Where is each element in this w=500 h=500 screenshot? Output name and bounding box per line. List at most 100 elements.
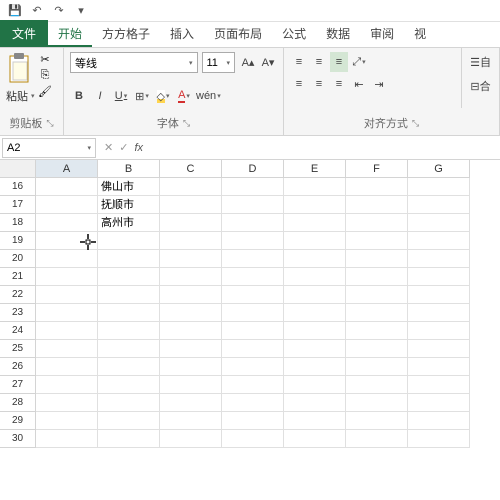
- cell-G23[interactable]: [408, 304, 470, 322]
- cell-A30[interactable]: [36, 430, 98, 448]
- shrink-font-icon[interactable]: A▾: [259, 53, 277, 73]
- row-header-28[interactable]: 28: [0, 394, 36, 412]
- cell-G30[interactable]: [408, 430, 470, 448]
- cell-E16[interactable]: [284, 178, 346, 196]
- row-header-18[interactable]: 18: [0, 214, 36, 232]
- cell-D22[interactable]: [222, 286, 284, 304]
- cell-A21[interactable]: [36, 268, 98, 286]
- fx-icon[interactable]: fx: [134, 142, 143, 154]
- cell-G17[interactable]: [408, 196, 470, 214]
- cell-A28[interactable]: [36, 394, 98, 412]
- cell-F20[interactable]: [346, 250, 408, 268]
- cell-A24[interactable]: [36, 322, 98, 340]
- tab-view[interactable]: 视: [404, 20, 436, 47]
- cell-A19[interactable]: [36, 232, 98, 250]
- enter-icon[interactable]: ✓: [119, 141, 128, 154]
- cell-D29[interactable]: [222, 412, 284, 430]
- cell-A23[interactable]: [36, 304, 98, 322]
- launcher-icon[interactable]: ⤡: [183, 118, 190, 129]
- cell-D17[interactable]: [222, 196, 284, 214]
- name-box[interactable]: A2▾: [2, 138, 96, 158]
- cell-B17[interactable]: 抚顺市: [98, 196, 160, 214]
- cell-B19[interactable]: [98, 232, 160, 250]
- cell-F22[interactable]: [346, 286, 408, 304]
- tab-fanggezi[interactable]: 方方格子: [92, 20, 160, 47]
- align-right-icon[interactable]: ≡: [330, 74, 348, 94]
- cell-F18[interactable]: [346, 214, 408, 232]
- cell-D16[interactable]: [222, 178, 284, 196]
- redo-icon[interactable]: ↷: [50, 2, 68, 20]
- cell-D20[interactable]: [222, 250, 284, 268]
- cell-B18[interactable]: 高州市: [98, 214, 160, 232]
- cell-D23[interactable]: [222, 304, 284, 322]
- tab-insert[interactable]: 插入: [160, 20, 204, 47]
- font-color-icon[interactable]: A▾: [175, 86, 193, 106]
- cell-D28[interactable]: [222, 394, 284, 412]
- cell-A26[interactable]: [36, 358, 98, 376]
- row-header-23[interactable]: 23: [0, 304, 36, 322]
- launcher-icon[interactable]: ⤡: [46, 118, 53, 129]
- cell-D25[interactable]: [222, 340, 284, 358]
- cell-G20[interactable]: [408, 250, 470, 268]
- merge-button[interactable]: ⊟合: [470, 76, 490, 96]
- cell-C18[interactable]: [160, 214, 222, 232]
- cell-C27[interactable]: [160, 376, 222, 394]
- align-center-icon[interactable]: ≡: [310, 74, 328, 94]
- tab-data[interactable]: 数据: [316, 20, 360, 47]
- cell-F29[interactable]: [346, 412, 408, 430]
- row-header-27[interactable]: 27: [0, 376, 36, 394]
- col-header-D[interactable]: D: [222, 160, 284, 178]
- col-header-G[interactable]: G: [408, 160, 470, 178]
- cell-C24[interactable]: [160, 322, 222, 340]
- cell-D27[interactable]: [222, 376, 284, 394]
- cell-E26[interactable]: [284, 358, 346, 376]
- cell-G27[interactable]: [408, 376, 470, 394]
- align-middle-icon[interactable]: ≡: [310, 52, 328, 72]
- wrap-text-button[interactable]: ☰自: [470, 52, 491, 72]
- cell-E21[interactable]: [284, 268, 346, 286]
- cell-F23[interactable]: [346, 304, 408, 322]
- cell-A18[interactable]: [36, 214, 98, 232]
- cell-G26[interactable]: [408, 358, 470, 376]
- cell-G29[interactable]: [408, 412, 470, 430]
- cell-A29[interactable]: [36, 412, 98, 430]
- bold-button[interactable]: B: [70, 86, 88, 106]
- cell-E24[interactable]: [284, 322, 346, 340]
- align-bottom-icon[interactable]: ≡: [330, 52, 348, 72]
- col-header-F[interactable]: F: [346, 160, 408, 178]
- cell-G25[interactable]: [408, 340, 470, 358]
- cell-D24[interactable]: [222, 322, 284, 340]
- cell-F16[interactable]: [346, 178, 408, 196]
- cut-icon[interactable]: ✂: [38, 52, 52, 66]
- row-header-16[interactable]: 16: [0, 178, 36, 196]
- launcher-icon[interactable]: ⤡: [412, 118, 419, 129]
- cell-G16[interactable]: [408, 178, 470, 196]
- cell-F28[interactable]: [346, 394, 408, 412]
- cell-G21[interactable]: [408, 268, 470, 286]
- cell-G28[interactable]: [408, 394, 470, 412]
- cell-D30[interactable]: [222, 430, 284, 448]
- align-left-icon[interactable]: ≡: [290, 74, 308, 94]
- row-header-22[interactable]: 22: [0, 286, 36, 304]
- grow-font-icon[interactable]: A▴: [239, 53, 257, 73]
- cell-E20[interactable]: [284, 250, 346, 268]
- cell-B16[interactable]: 佛山市: [98, 178, 160, 196]
- format-painter-icon[interactable]: 🖌: [38, 84, 52, 98]
- cell-E30[interactable]: [284, 430, 346, 448]
- cell-G22[interactable]: [408, 286, 470, 304]
- indent-decrease-icon[interactable]: ⇤: [350, 74, 368, 94]
- cell-C25[interactable]: [160, 340, 222, 358]
- row-header-17[interactable]: 17: [0, 196, 36, 214]
- cell-C29[interactable]: [160, 412, 222, 430]
- orientation-icon[interactable]: ⤢▾: [350, 52, 368, 72]
- col-header-E[interactable]: E: [284, 160, 346, 178]
- copy-icon[interactable]: ⎘: [38, 68, 52, 82]
- cell-E29[interactable]: [284, 412, 346, 430]
- cell-B22[interactable]: [98, 286, 160, 304]
- cell-F26[interactable]: [346, 358, 408, 376]
- tab-formula[interactable]: 公式: [272, 20, 316, 47]
- phonetic-icon[interactable]: wén▾: [196, 86, 221, 106]
- cell-E18[interactable]: [284, 214, 346, 232]
- cell-F24[interactable]: [346, 322, 408, 340]
- save-icon[interactable]: 💾: [6, 2, 24, 20]
